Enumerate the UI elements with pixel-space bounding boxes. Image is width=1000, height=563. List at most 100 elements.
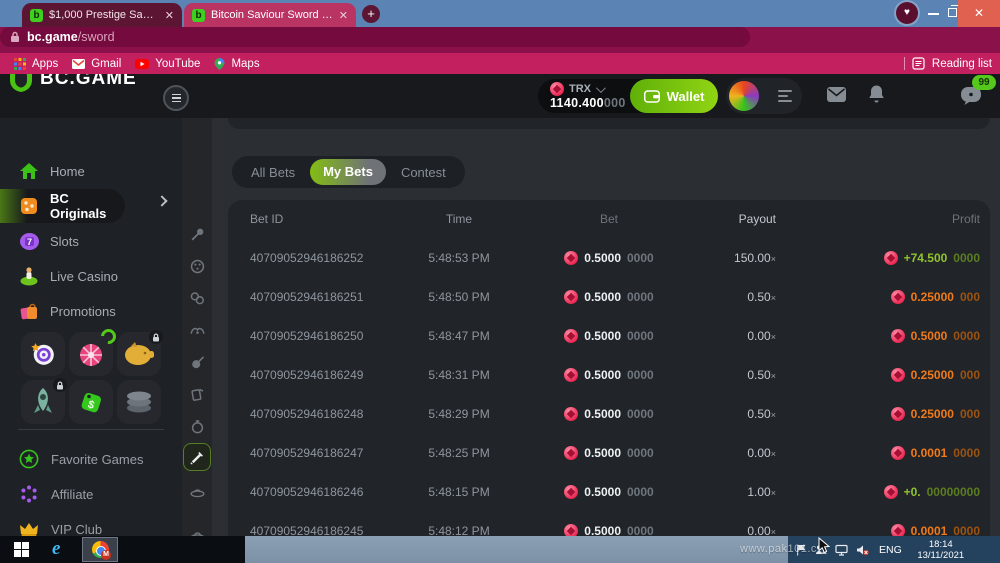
table-row: 407090529461862515:48:50 PM0.500000000.5… bbox=[228, 277, 990, 316]
mail-icon[interactable] bbox=[826, 86, 847, 103]
watermark: www.pak101.c bbox=[740, 543, 817, 555]
tab-close-icon[interactable]: ✕ bbox=[165, 9, 174, 22]
bet-amount: 0.50000000 bbox=[514, 524, 704, 537]
sidebar-item-live-casino[interactable]: Live Casino bbox=[0, 259, 182, 293]
bet-profit: 0.25000000 bbox=[776, 407, 980, 421]
ball-game-icon[interactable] bbox=[183, 348, 211, 376]
game-tile-coins[interactable] bbox=[117, 380, 161, 424]
reading-list-button[interactable]: Reading list bbox=[932, 58, 992, 70]
bet-payout: 0.50× bbox=[704, 407, 776, 421]
user-menu[interactable] bbox=[726, 78, 802, 114]
comet-game-icon[interactable] bbox=[183, 220, 211, 248]
bet-id: 40709052946186251 bbox=[250, 290, 404, 304]
favorite-star-icon bbox=[18, 448, 40, 470]
tab-my-bets[interactable]: My Bets bbox=[310, 159, 386, 185]
col-payout: Payout bbox=[704, 212, 776, 226]
sidebar-link-label: Favorite Games bbox=[51, 452, 143, 467]
svg-text:7: 7 bbox=[26, 237, 31, 247]
browser-tab-2-active[interactable]: b Bitcoin Saviour Sword Game - Pla ✕ bbox=[184, 3, 356, 27]
wallet-button[interactable]: Wallet bbox=[630, 79, 718, 113]
volume-muted-icon[interactable] bbox=[856, 544, 869, 556]
site-logo-text: BC.GAME bbox=[40, 74, 137, 90]
sidebar-link-favorite-games[interactable]: Favorite Games bbox=[0, 443, 182, 475]
trx-coin-icon bbox=[564, 524, 578, 537]
address-bar[interactable]: bc.game/sword bbox=[0, 27, 750, 47]
new-tab-button[interactable]: + bbox=[362, 5, 380, 23]
game-tile-spiral[interactable] bbox=[21, 332, 65, 376]
sidebar: Home BC Originals 7 Slots Live Casino Pr… bbox=[0, 118, 182, 536]
tab-close-icon[interactable]: ✕ bbox=[339, 9, 348, 22]
taskbar-clock[interactable]: 18:14 13/11/2021 bbox=[912, 539, 970, 561]
chrome-taskbar-button[interactable]: M bbox=[82, 537, 118, 562]
user-avatar[interactable] bbox=[729, 81, 759, 111]
sidebar-item-promotions[interactable]: Promotions bbox=[0, 294, 182, 328]
bell-icon[interactable] bbox=[868, 84, 885, 104]
maps-pin-icon bbox=[214, 58, 225, 70]
bookmark-maps[interactable]: Maps bbox=[214, 58, 259, 70]
site-logo[interactable]: BC.GAME bbox=[8, 74, 137, 93]
sidebar-item-home[interactable]: Home bbox=[0, 154, 182, 188]
col-time: Time bbox=[404, 212, 514, 226]
bookmark-youtube[interactable]: YouTube bbox=[135, 58, 200, 70]
trx-coin-icon bbox=[564, 368, 578, 382]
sidebar-link-affiliate[interactable]: Affiliate bbox=[0, 478, 182, 510]
bet-time: 5:48:12 PM bbox=[404, 524, 514, 537]
network-display-icon[interactable] bbox=[835, 544, 848, 556]
bet-id: 40709052946186249 bbox=[250, 368, 404, 382]
ufo-game-icon[interactable] bbox=[183, 478, 211, 506]
bet-payout: 0.00× bbox=[704, 524, 776, 537]
bet-time: 5:48:53 PM bbox=[404, 251, 514, 265]
game-tile-dollar-tag[interactable]: $ bbox=[69, 380, 113, 424]
sidebar-link-vip-club[interactable]: VIP Club bbox=[0, 513, 182, 536]
bet-id: 40709052946186252 bbox=[250, 251, 404, 265]
live-casino-icon bbox=[18, 265, 40, 287]
cards-game-icon[interactable] bbox=[183, 380, 211, 408]
trx-coin-icon bbox=[564, 329, 578, 343]
clock-date: 13/11/2021 bbox=[912, 550, 970, 561]
tab-all-bets[interactable]: All Bets bbox=[238, 165, 308, 180]
browser-tab-1[interactable]: b $1,000 Prestige Saviour Sword C ✕ bbox=[22, 3, 182, 27]
dice-game-icon[interactable] bbox=[183, 252, 211, 280]
table-header-row: Bet ID Time Bet Payout Profit bbox=[228, 200, 990, 238]
trx-coin-icon bbox=[891, 368, 905, 382]
lock-icon bbox=[149, 330, 163, 344]
sidebar-item-slots[interactable]: 7 Slots bbox=[0, 224, 182, 258]
minimize-button[interactable] bbox=[928, 13, 939, 15]
bet-id: 40709052946186247 bbox=[250, 446, 404, 460]
start-button[interactable] bbox=[14, 542, 29, 557]
timer-game-icon[interactable] bbox=[183, 412, 211, 440]
game-tile-piggy[interactable] bbox=[117, 332, 161, 376]
tab-contest[interactable]: Contest bbox=[388, 165, 459, 180]
table-row: 407090529461862475:48:25 PM0.500000000.0… bbox=[228, 433, 990, 472]
chevron-right-icon[interactable] bbox=[156, 195, 167, 206]
game-tile-wheel[interactable] bbox=[69, 332, 113, 376]
game-tile-rocket[interactable] bbox=[21, 380, 65, 424]
bcgame-shield-icon bbox=[8, 74, 34, 93]
wings-game-icon[interactable] bbox=[183, 316, 211, 344]
bet-amount: 0.50000000 bbox=[514, 251, 704, 265]
bookmark-apps[interactable]: Apps bbox=[14, 58, 58, 70]
bookmark-gmail[interactable]: Gmail bbox=[72, 58, 121, 70]
profile-badge: M bbox=[101, 550, 111, 560]
restore-button[interactable] bbox=[948, 8, 957, 17]
sidebar-item-bc-originals[interactable]: BC Originals bbox=[0, 189, 125, 223]
table-row: 407090529461862485:48:29 PM0.500000000.5… bbox=[228, 394, 990, 433]
sidebar-link-label: Affiliate bbox=[51, 487, 93, 502]
coins-game-icon[interactable] bbox=[183, 284, 211, 312]
trx-coin-icon bbox=[891, 329, 905, 343]
sword-game-icon[interactable] bbox=[183, 443, 211, 471]
bet-amount: 0.50000000 bbox=[514, 290, 704, 304]
trx-coin-icon bbox=[550, 82, 564, 96]
language-indicator[interactable]: ENG bbox=[879, 544, 902, 556]
hat-game-icon[interactable] bbox=[183, 520, 211, 536]
col-bet-id: Bet ID bbox=[250, 212, 404, 226]
trx-coin-icon bbox=[564, 446, 578, 460]
lock-icon bbox=[10, 31, 20, 43]
chevron-down-icon bbox=[596, 83, 606, 93]
bets-tab-bar: All Bets My Bets Contest bbox=[232, 156, 465, 188]
close-button[interactable]: ✕ bbox=[958, 0, 1000, 27]
mouse-cursor bbox=[818, 537, 831, 554]
internet-explorer-icon[interactable]: e bbox=[52, 538, 60, 560]
user-menu-icon[interactable] bbox=[778, 90, 792, 102]
sidebar-collapse-button[interactable] bbox=[163, 85, 189, 111]
